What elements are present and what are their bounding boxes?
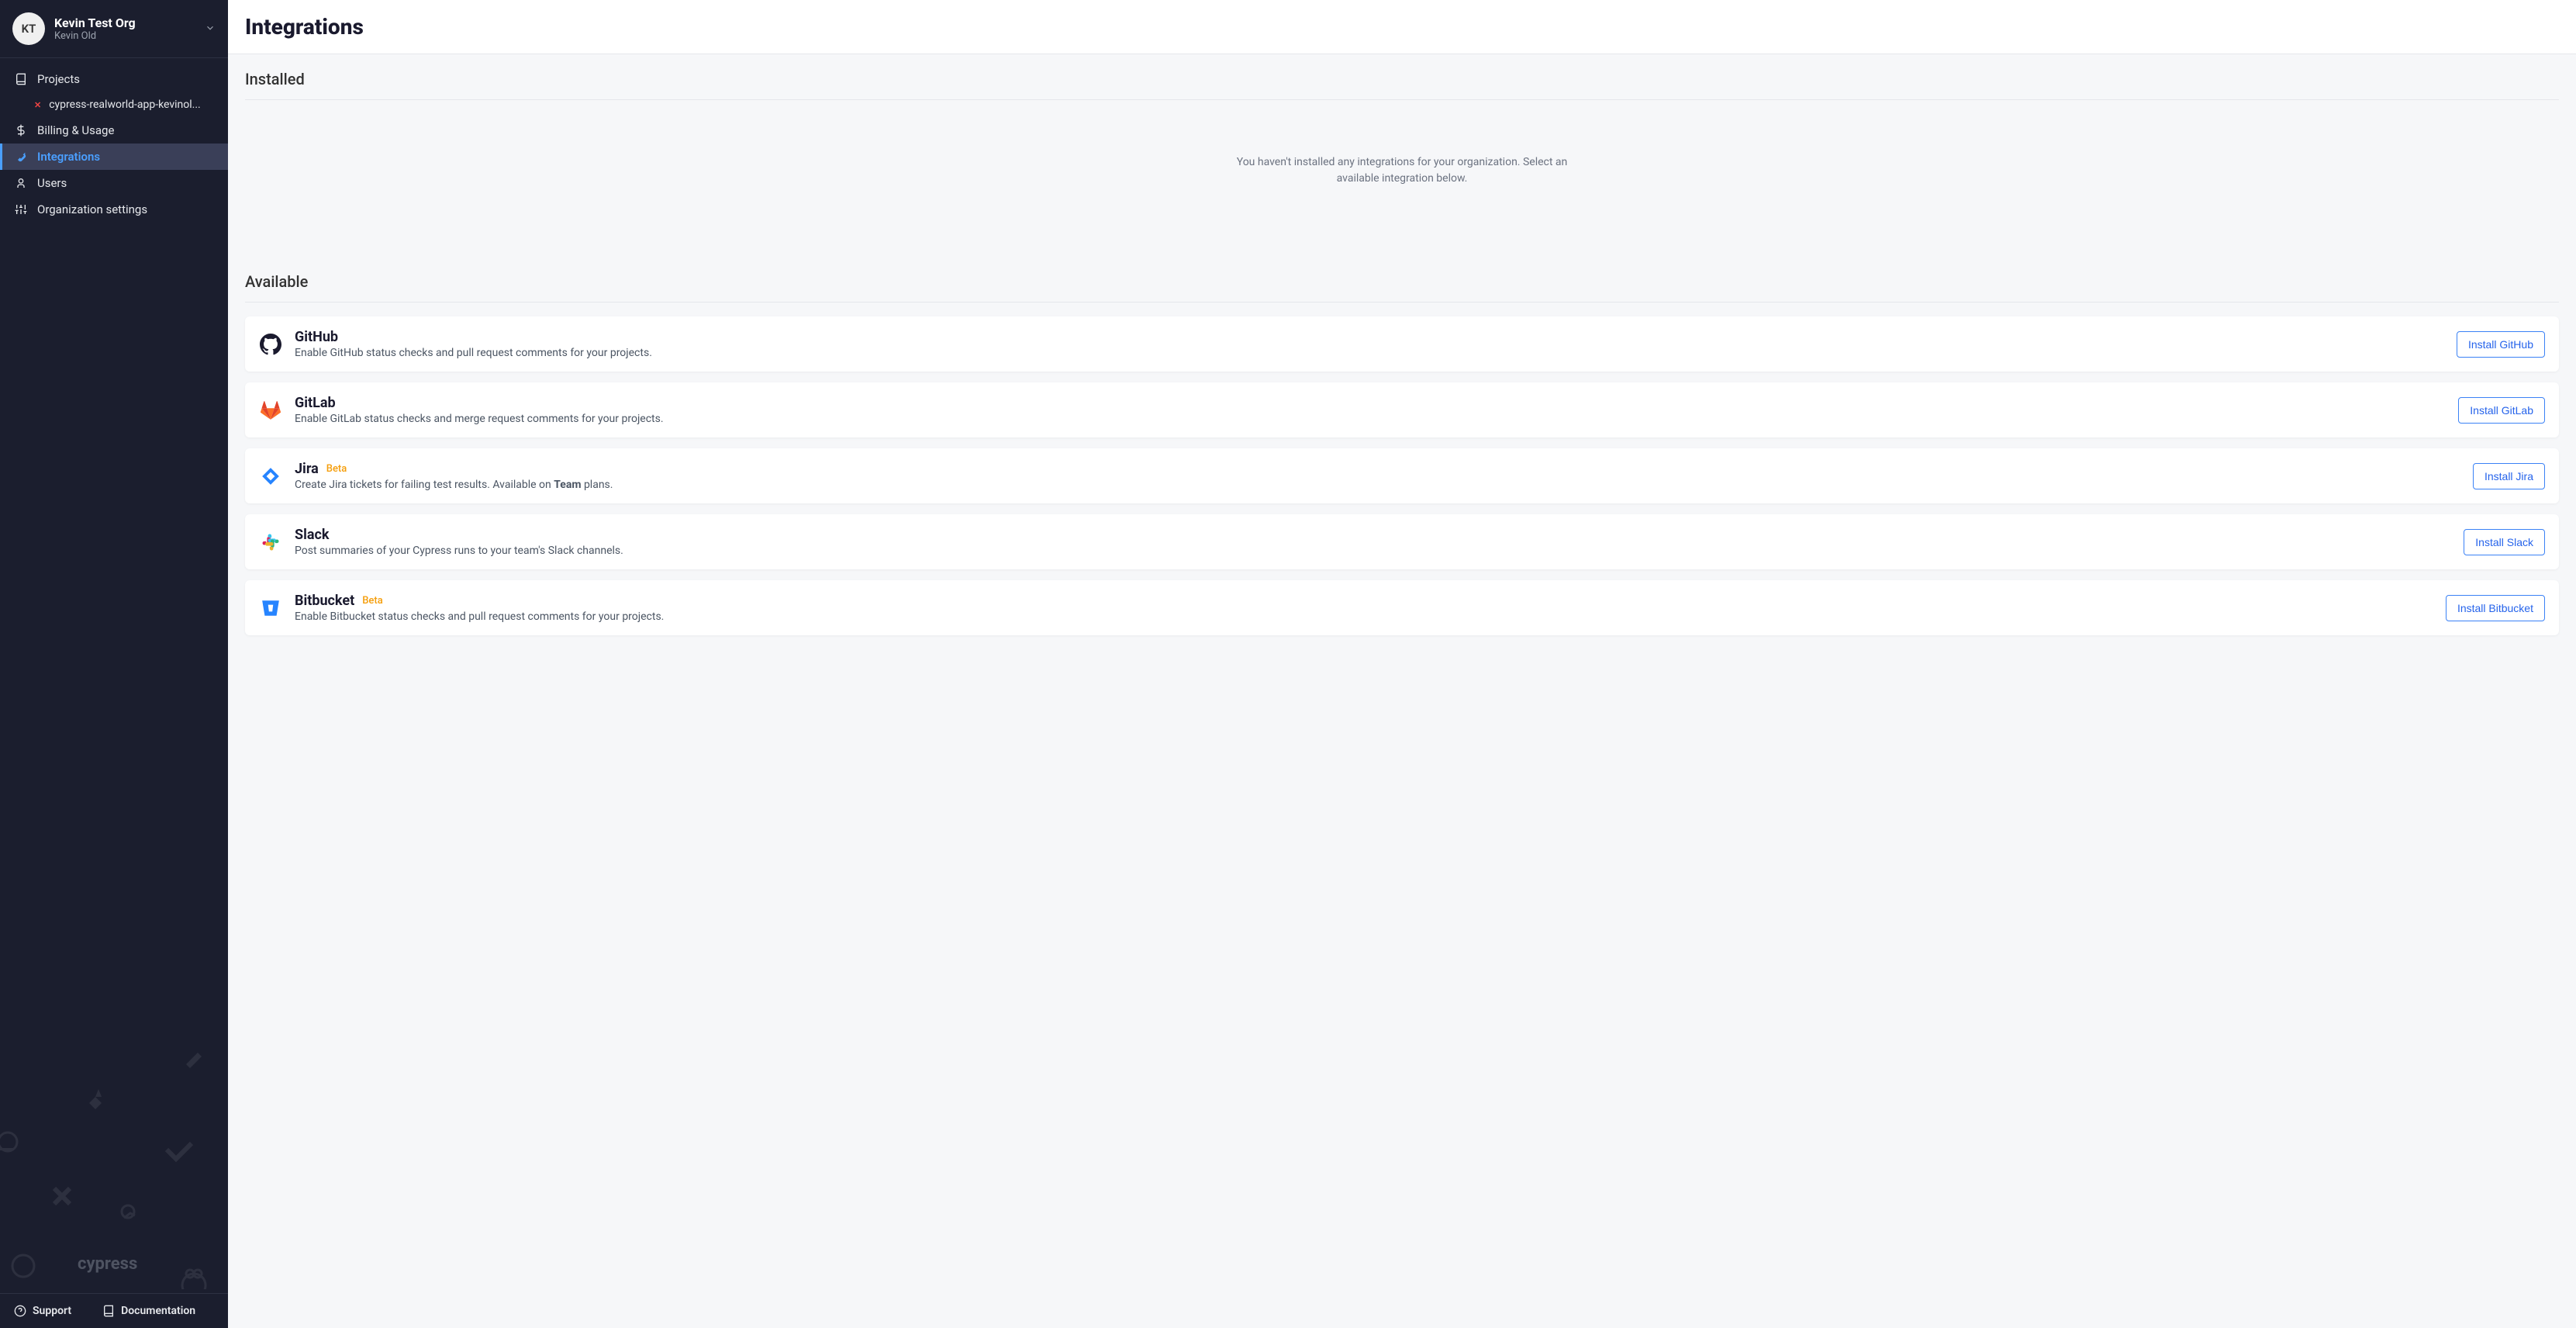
- sidebar-item-org-settings[interactable]: Organization settings: [0, 196, 228, 223]
- nav-label: Users: [37, 176, 67, 190]
- integration-title: GitHub: [295, 329, 338, 345]
- footer-links: Support Documentation: [0, 1293, 228, 1328]
- install-github-button[interactable]: Install GitHub: [2457, 331, 2545, 358]
- docs-link[interactable]: Documentation: [102, 1305, 195, 1317]
- nav-label: Integrations: [37, 150, 100, 164]
- github-icon: [259, 333, 282, 356]
- integration-info: Bitbucket Beta Enable Bitbucket status c…: [295, 593, 2446, 623]
- install-bitbucket-button[interactable]: Install Bitbucket: [2446, 595, 2545, 621]
- main: Integrations Installed You haven't insta…: [228, 0, 2576, 1328]
- integration-title: Jira: [295, 461, 319, 477]
- gitlab-icon: [259, 399, 282, 422]
- nav-label: Organization settings: [37, 202, 147, 216]
- sidebar: KT Kevin Test Org Kevin Old Projects ✕ c…: [0, 0, 228, 1328]
- support-link[interactable]: Support: [14, 1305, 71, 1317]
- empty-state: You haven't installed any integrations f…: [1208, 100, 1596, 241]
- avatar: KT: [12, 12, 45, 45]
- nav-label: Billing & Usage: [37, 123, 114, 137]
- install-gitlab-button[interactable]: Install GitLab: [2458, 397, 2545, 424]
- sliders-icon: [14, 202, 28, 216]
- integration-card-bitbucket: Bitbucket Beta Enable Bitbucket status c…: [245, 580, 2559, 635]
- slack-icon: [259, 531, 282, 554]
- integration-info: Jira Beta Create Jira tickets for failin…: [295, 461, 2473, 491]
- beta-badge: Beta: [326, 463, 347, 475]
- book-icon: [102, 1305, 115, 1317]
- integration-info: GitHub Enable GitHub status checks and p…: [295, 329, 2457, 359]
- nav-label: cypress-realworld-app-kevinol...: [49, 99, 201, 111]
- nav: Projects ✕ cypress-realworld-app-kevinol…: [0, 58, 228, 1293]
- nav-label: Projects: [37, 72, 80, 86]
- integration-title: GitLab: [295, 395, 336, 411]
- available-section: Available GitHub Enable GitHub status ch…: [228, 257, 2576, 662]
- integration-desc: Create Jira tickets for failing test res…: [295, 479, 2473, 491]
- integration-desc: Enable GitLab status checks and merge re…: [295, 413, 2458, 425]
- integration-info: GitLab Enable GitLab status checks and m…: [295, 395, 2458, 425]
- section-title-available: Available: [245, 272, 2559, 303]
- x-icon: ✕: [34, 100, 41, 110]
- user-icon: [14, 176, 28, 190]
- section-title-installed: Installed: [245, 70, 2559, 100]
- bitbucket-icon: [259, 597, 282, 620]
- help-icon: [14, 1305, 26, 1317]
- book-icon: [14, 72, 28, 86]
- beta-badge: Beta: [362, 595, 383, 607]
- footer-label: Documentation: [121, 1305, 195, 1317]
- integration-title: Bitbucket: [295, 593, 354, 609]
- jira-icon: [259, 465, 282, 488]
- integration-card-jira: Jira Beta Create Jira tickets for failin…: [245, 448, 2559, 503]
- integration-desc: Post summaries of your Cypress runs to y…: [295, 545, 2464, 557]
- org-switcher[interactable]: KT Kevin Test Org Kevin Old: [0, 0, 228, 58]
- sidebar-item-project[interactable]: ✕ cypress-realworld-app-kevinol...: [0, 92, 228, 117]
- integration-card-github: GitHub Enable GitHub status checks and p…: [245, 316, 2559, 372]
- page-title: Integrations: [245, 14, 2559, 40]
- integration-title: Slack: [295, 527, 329, 543]
- install-jira-button[interactable]: Install Jira: [2473, 463, 2545, 489]
- footer-label: Support: [33, 1305, 71, 1317]
- integration-desc: Enable GitHub status checks and pull req…: [295, 347, 2457, 359]
- chevron-down-icon: [205, 22, 216, 36]
- cypress-logo: cypress: [78, 1254, 137, 1274]
- integration-card-slack: Slack Post summaries of your Cypress run…: [245, 514, 2559, 569]
- page-header: Integrations: [228, 0, 2576, 54]
- sidebar-item-integrations[interactable]: Integrations: [0, 144, 228, 170]
- dollar-icon: [14, 123, 28, 137]
- integration-card-gitlab: GitLab Enable GitLab status checks and m…: [245, 382, 2559, 437]
- org-info: Kevin Test Org Kevin Old: [54, 16, 205, 42]
- sidebar-item-billing[interactable]: Billing & Usage: [0, 117, 228, 144]
- org-name: Kevin Test Org: [54, 16, 205, 30]
- org-user: Kevin Old: [54, 30, 205, 42]
- sidebar-item-users[interactable]: Users: [0, 170, 228, 196]
- integration-desc: Enable Bitbucket status checks and pull …: [295, 610, 2446, 623]
- installed-section: Installed You haven't installed any inte…: [228, 54, 2576, 257]
- integration-info: Slack Post summaries of your Cypress run…: [295, 527, 2464, 557]
- plug-icon: [14, 150, 28, 164]
- install-slack-button[interactable]: Install Slack: [2464, 529, 2545, 555]
- sidebar-item-projects[interactable]: Projects: [0, 66, 228, 92]
